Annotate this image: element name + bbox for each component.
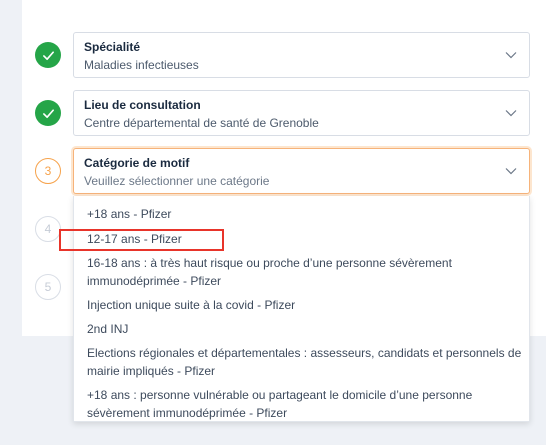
dropdown-option[interactable]: 16-18 ans : à très haut risque ou proche…: [87, 254, 523, 290]
dropdown-option[interactable]: Injection unique suite à la covid - Pfiz…: [87, 296, 523, 314]
chevron-down-icon: [505, 168, 517, 175]
check-icon: [42, 50, 54, 60]
step-1-check: [35, 42, 61, 68]
step-3-number: 3: [35, 158, 61, 184]
dropdown-option[interactable]: 2nd INJ: [87, 320, 523, 338]
step-4-number: 4: [35, 216, 61, 242]
specialty-label: Spécialité: [84, 40, 141, 54]
dropdown-option[interactable]: 12-17 ans - Pfizer: [87, 230, 523, 248]
chevron-down-icon: [505, 110, 517, 117]
dropdown-option[interactable]: +18 ans - Pfizer: [87, 205, 523, 223]
dropdown-option[interactable]: +18 ans : personne vulnérable ou partage…: [87, 386, 523, 422]
chevron-down-icon: [505, 52, 517, 59]
specialty-value: Maladies infectieuses: [84, 58, 199, 72]
location-value: Centre départemental de santé de Grenobl…: [84, 116, 319, 130]
specialty-select[interactable]: Spécialité Maladies infectieuses: [73, 32, 530, 78]
step-2-check: [35, 100, 61, 126]
location-label: Lieu de consultation: [84, 98, 201, 112]
motive-category-label: Catégorie de motif: [84, 156, 190, 170]
step-5-number: 5: [35, 274, 61, 300]
motive-category-dropdown[interactable]: +18 ans - Pfizer 12-17 ans - Pfizer 16-1…: [73, 196, 530, 422]
motive-category-select[interactable]: Catégorie de motif Veuillez sélectionner…: [73, 148, 530, 194]
location-select[interactable]: Lieu de consultation Centre départementa…: [73, 90, 530, 136]
motive-category-placeholder: Veuillez sélectionner une catégorie: [84, 174, 270, 188]
check-icon: [42, 108, 54, 118]
dropdown-option[interactable]: Elections régionales et départementales …: [87, 344, 523, 380]
